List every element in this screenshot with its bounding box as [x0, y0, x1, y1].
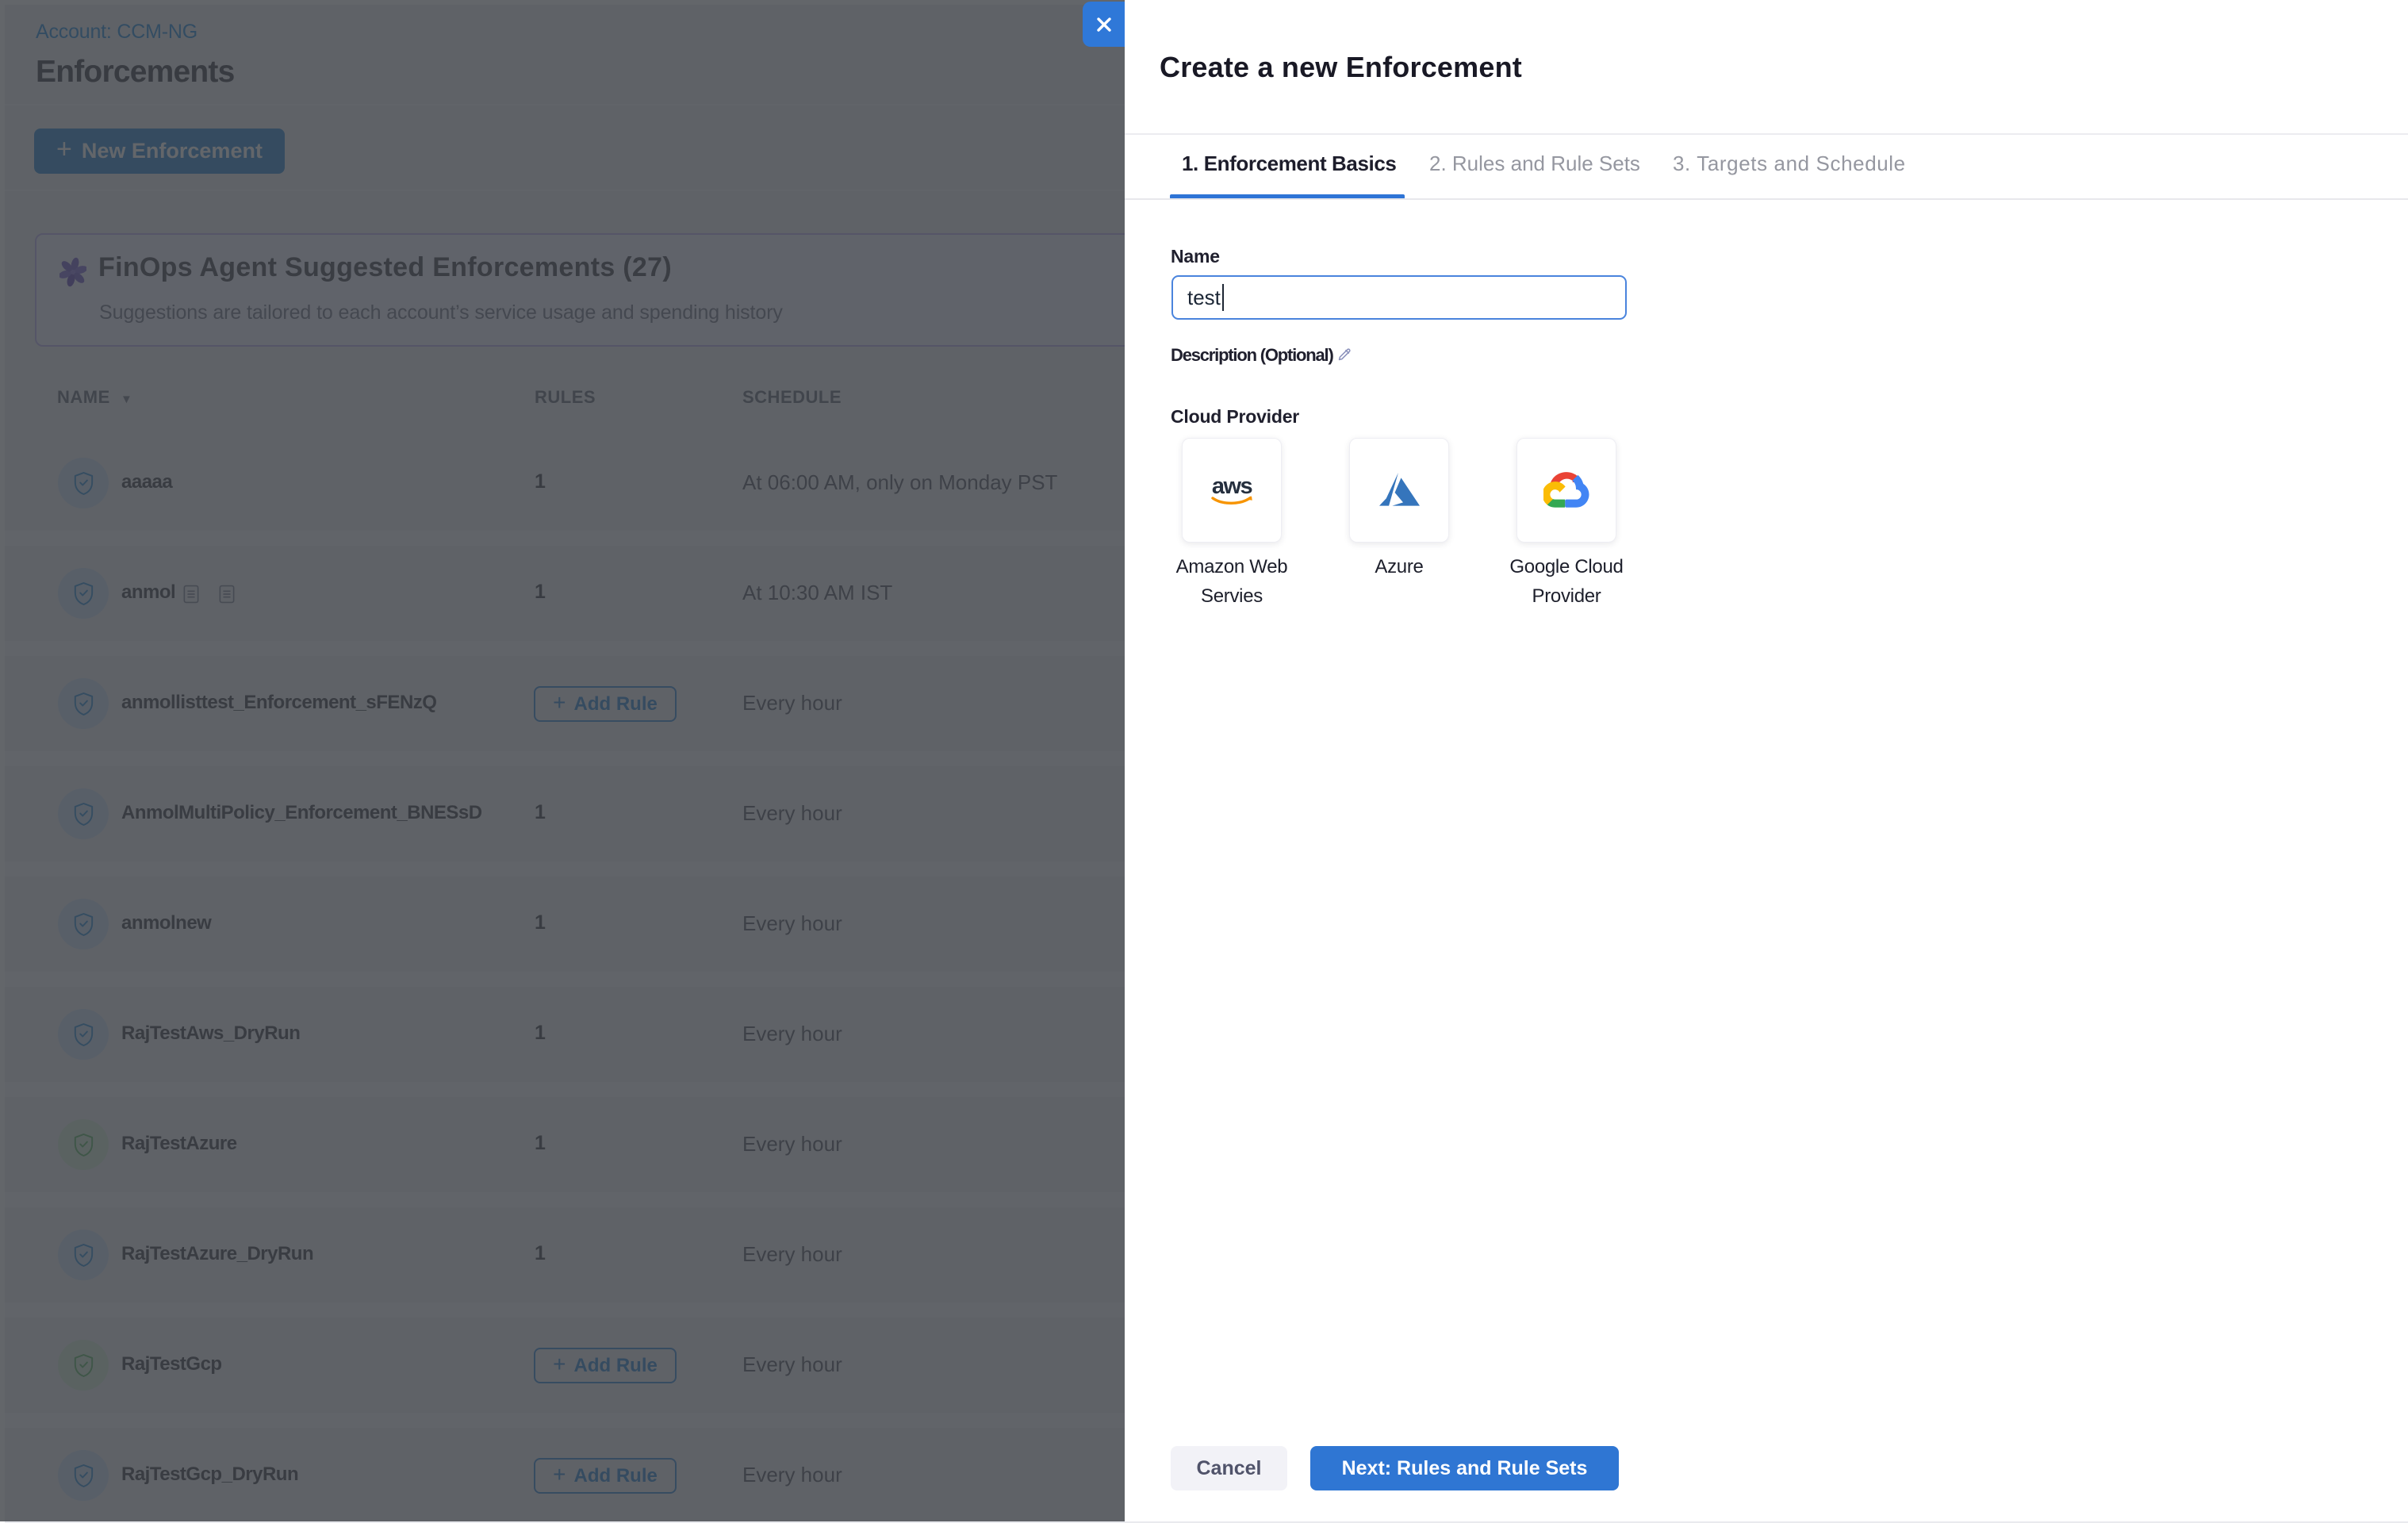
svg-text:aws: aws [1212, 474, 1252, 499]
